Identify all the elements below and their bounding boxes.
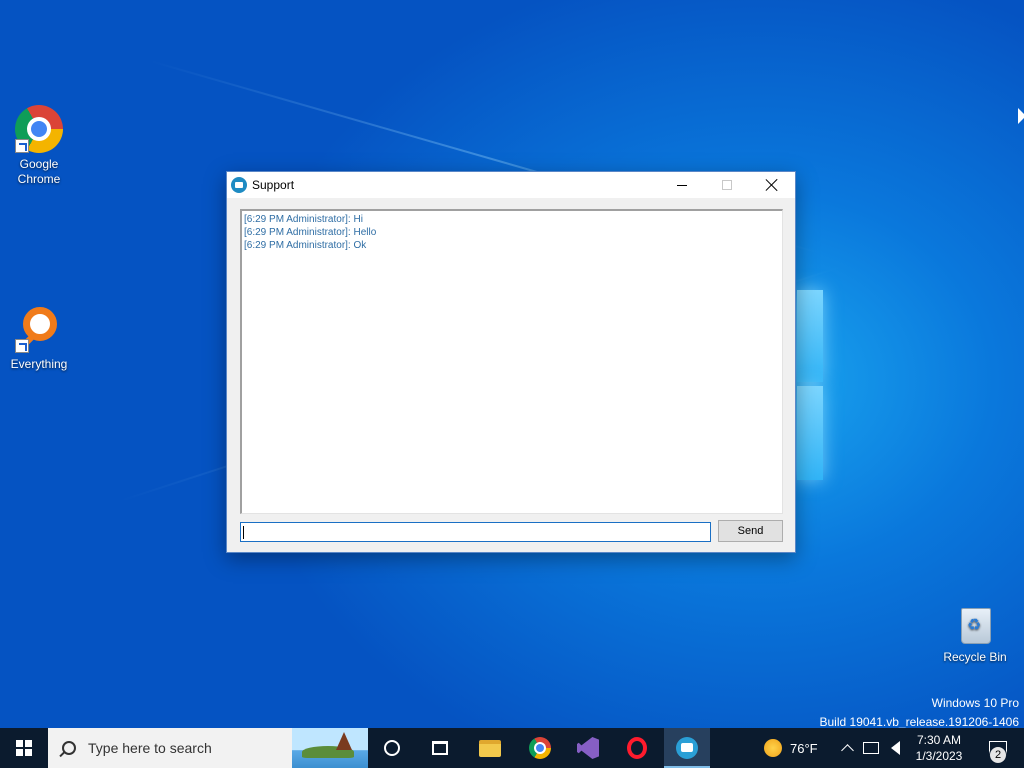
search-highlight-image bbox=[292, 728, 368, 768]
window-titlebar[interactable]: Support bbox=[227, 172, 795, 198]
mouse-cursor-icon bbox=[1018, 108, 1024, 124]
desktop-icon-everything[interactable]: Everything bbox=[1, 305, 77, 372]
chat-log[interactable]: [6:29 PM Administrator]: Hi [6:29 PM Adm… bbox=[240, 209, 783, 514]
visual-studio-icon bbox=[577, 737, 599, 759]
windows-start-icon bbox=[16, 740, 32, 756]
taskbar-clock[interactable]: 7:30 AM 1/3/2023 bbox=[908, 728, 970, 768]
clock-date: 1/3/2023 bbox=[915, 749, 963, 763]
everything-icon bbox=[15, 305, 63, 353]
taskbar-visual-studio[interactable] bbox=[568, 728, 608, 768]
wallpaper-windows-logo bbox=[797, 290, 823, 480]
show-hidden-icons-button[interactable] bbox=[838, 728, 856, 768]
window-title: Support bbox=[252, 178, 295, 192]
taskbar-support[interactable] bbox=[664, 728, 710, 768]
opera-icon bbox=[627, 737, 647, 759]
taskbar: Type here to search 76°F 7:30 AM 1/3/202… bbox=[0, 728, 1024, 768]
desktop-icon-label: Recycle Bin bbox=[943, 650, 1007, 664]
chrome-icon bbox=[15, 105, 63, 153]
taskbar-file-explorer[interactable] bbox=[470, 728, 510, 768]
notification-count-badge: 2 bbox=[989, 746, 1007, 764]
taskbar-task-view[interactable] bbox=[420, 728, 460, 768]
watermark-build: Build 19041.vb_release.191206-1406 bbox=[819, 715, 1020, 728]
maximize-button[interactable] bbox=[704, 172, 750, 198]
maximize-icon bbox=[722, 180, 732, 190]
taskbar-chrome[interactable] bbox=[520, 728, 560, 768]
shortcut-arrow-icon bbox=[15, 139, 29, 153]
sun-icon bbox=[764, 739, 782, 757]
chevron-up-icon bbox=[840, 744, 854, 757]
text-caret bbox=[243, 526, 244, 539]
desktop-icon-label: Google Chrome bbox=[17, 157, 61, 186]
chrome-icon bbox=[529, 737, 551, 759]
desktop-icon-google-chrome[interactable]: Google Chrome bbox=[1, 105, 77, 187]
taskbar-search-box[interactable]: Type here to search bbox=[48, 728, 368, 768]
message-input[interactable] bbox=[240, 522, 711, 542]
search-icon bbox=[62, 741, 76, 755]
clock-time: 7:30 AM bbox=[916, 733, 962, 747]
recycle-bin-icon: ♻ bbox=[955, 602, 995, 646]
shortcut-arrow-icon bbox=[15, 339, 29, 353]
speaker-icon bbox=[890, 741, 900, 755]
support-chat-icon bbox=[231, 177, 247, 193]
task-view-icon bbox=[432, 741, 448, 755]
search-placeholder: Type here to search bbox=[88, 740, 212, 756]
start-button[interactable] bbox=[0, 728, 48, 768]
taskbar-cortana[interactable] bbox=[372, 728, 412, 768]
minimize-button[interactable] bbox=[659, 172, 705, 198]
minimize-icon bbox=[677, 184, 687, 186]
support-chat-icon bbox=[676, 737, 698, 759]
close-button[interactable] bbox=[749, 172, 795, 198]
close-icon bbox=[765, 178, 779, 192]
support-window: Support [6:29 PM Administrator]: Hi [6:2… bbox=[226, 171, 796, 553]
folder-icon bbox=[479, 739, 501, 757]
cortana-icon bbox=[384, 740, 400, 756]
network-icon bbox=[863, 742, 879, 754]
chat-message: [6:29 PM Administrator]: Ok bbox=[244, 240, 367, 251]
windows-watermark: Windows 10 Pro Build 19041.vb_release.19… bbox=[820, 694, 1020, 728]
taskbar-opera[interactable] bbox=[617, 728, 657, 768]
weather-temperature: 76°F bbox=[790, 740, 818, 756]
desktop-icon-label: Everything bbox=[10, 357, 68, 371]
send-button[interactable]: Send bbox=[718, 520, 783, 542]
taskbar-weather[interactable]: 76°F bbox=[764, 728, 834, 768]
network-button[interactable] bbox=[860, 728, 882, 768]
volume-button[interactable] bbox=[884, 728, 906, 768]
desktop-icon-recycle-bin[interactable]: ♻ Recycle Bin bbox=[937, 602, 1013, 665]
watermark-edition: Windows 10 Pro bbox=[931, 696, 1019, 710]
chat-message: [6:29 PM Administrator]: Hi bbox=[244, 214, 363, 225]
chat-message: [6:29 PM Administrator]: Hello bbox=[244, 227, 377, 238]
